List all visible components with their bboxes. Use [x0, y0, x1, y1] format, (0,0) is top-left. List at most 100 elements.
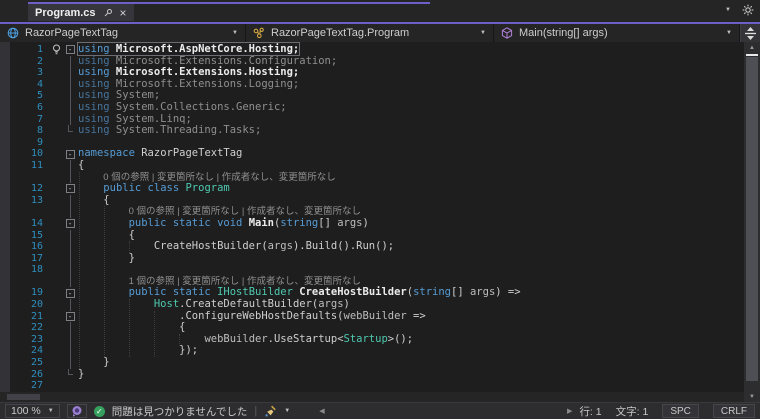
- line-number: 27: [30, 380, 43, 392]
- line-number: 8: [36, 125, 43, 137]
- code-row[interactable]: 17 }: [10, 252, 744, 265]
- breakpoint-margin[interactable]: [0, 42, 10, 392]
- close-icon[interactable]: ×: [120, 7, 127, 19]
- code-row[interactable]: 11 {: [10, 158, 744, 172]
- glyph-margin: [48, 195, 64, 207]
- scroll-up-icon[interactable]: ▲: [744, 42, 760, 53]
- caret-position-marker: [746, 54, 758, 56]
- space-mode-indicator[interactable]: SPC: [662, 404, 699, 418]
- zoom-control[interactable]: 100 % ▼: [5, 404, 60, 418]
- glyph-margin: [48, 114, 64, 126]
- code-cleanup-broom-icon[interactable]: [264, 405, 277, 418]
- tab-list-dropdown-icon[interactable]: ▼: [725, 7, 731, 13]
- type-dropdown[interactable]: RazorPageTextTag.Program ▼: [246, 24, 494, 42]
- line-number: 22: [30, 322, 43, 334]
- outline-margin: [64, 206, 76, 218]
- outline-margin: [64, 333, 76, 346]
- lightbulb-icon[interactable]: [48, 44, 64, 56]
- line-number: 2: [36, 55, 43, 67]
- code-row[interactable]: 8 using System.Threading.Tasks;: [10, 124, 744, 137]
- health-message[interactable]: 問題は見つかりませんでした: [112, 404, 248, 419]
- outline-margin: [64, 90, 76, 102]
- glyph-margin: [48, 79, 64, 91]
- tab-program-cs[interactable]: Program.cs ×: [28, 4, 134, 21]
- code-row[interactable]: 26}: [10, 368, 744, 381]
- code-line-text: CreateHostBuilder(args).Build().Run();: [78, 240, 395, 253]
- outline-margin: [64, 229, 76, 242]
- glyph-margin: [48, 345, 64, 357]
- line-number: 13: [30, 194, 43, 206]
- scroll-right-icon[interactable]: ▶: [567, 407, 572, 415]
- purple-indicator-icon[interactable]: [66, 404, 87, 418]
- gear-icon[interactable]: [742, 4, 754, 16]
- outline-margin: [64, 357, 76, 369]
- code-line-text: [76, 380, 744, 392]
- line-number: [10, 172, 48, 184]
- line-number: 20: [30, 299, 43, 311]
- line-number: 6: [36, 101, 43, 113]
- code-row[interactable]: 27: [10, 380, 744, 392]
- code-row[interactable]: 10 - namespace RazorPageTextTag: [10, 148, 744, 160]
- glyph-margin: [48, 137, 64, 149]
- caret-position-group: 行: 1 文字: 1 SPC CRLF: [579, 404, 755, 419]
- member-dropdown[interactable]: Main(string[] args) ▼: [494, 24, 740, 42]
- glyph-margin: [48, 206, 64, 218]
- code-row[interactable]: 24 });: [10, 345, 744, 358]
- split-window-button[interactable]: [740, 24, 760, 42]
- code-area[interactable]: 1- using Microsoft.AspNetCore.Hosting; 2 us…: [10, 42, 744, 392]
- glyph-margin: [48, 264, 64, 276]
- fold-toggle[interactable]: -: [64, 287, 76, 299]
- code-line-text: {: [78, 158, 85, 171]
- glyph-margin: [48, 369, 64, 381]
- line-number: 10: [30, 148, 43, 160]
- line-number: 12: [30, 183, 43, 195]
- code-row[interactable]: 25 }: [10, 356, 744, 369]
- class-icon: [253, 27, 265, 39]
- code-line-text: namespace RazorPageTextTag: [78, 147, 243, 160]
- cleanup-dropdown-icon[interactable]: ▼: [284, 408, 290, 414]
- tab-bar: Program.cs × ▼: [0, 0, 760, 22]
- pin-icon[interactable]: [103, 8, 113, 18]
- outline-margin: [64, 159, 76, 172]
- outline-margin: [64, 252, 76, 265]
- outline-margin: [64, 137, 76, 149]
- glyph-margin: [48, 56, 64, 68]
- glyph-margin: [48, 230, 64, 242]
- project-dropdown-label: RazorPageTextTag: [25, 27, 118, 39]
- project-dropdown[interactable]: RazorPageTextTag ▼: [0, 24, 246, 42]
- glyph-margin: [48, 311, 64, 323]
- code-line-text: using Microsoft.Extensions.Logging;: [78, 77, 300, 90]
- glyph-margin: [48, 67, 64, 79]
- scroll-down-icon[interactable]: ▼: [744, 392, 760, 402]
- horizontal-scrollbar[interactable]: [0, 392, 744, 402]
- line-number: 15: [30, 229, 43, 241]
- glyph-margin: [48, 334, 64, 346]
- scroll-left-icon[interactable]: ◀: [319, 407, 324, 415]
- line-number: 23: [30, 333, 43, 345]
- fold-toggle[interactable]: -: [64, 218, 76, 230]
- line-number: 16: [30, 241, 43, 253]
- fold-toggle[interactable]: -: [64, 183, 76, 195]
- code-line-text: public class Program: [103, 182, 230, 195]
- outline-margin: [64, 275, 76, 288]
- vertical-scrollbar[interactable]: ▲: [744, 42, 760, 392]
- fold-toggle[interactable]: -: [64, 148, 76, 160]
- code-editor: 1- using Microsoft.AspNetCore.Hosting; 2 us…: [0, 42, 760, 392]
- no-issues-check-icon: ✓: [93, 405, 105, 417]
- horizontal-scrollbar-thumb[interactable]: [7, 394, 40, 400]
- glyph-margin: [48, 160, 64, 172]
- code-row[interactable]: 12 - public class Program: [10, 182, 744, 195]
- outline-margin: [64, 171, 76, 184]
- glyph-margin: [48, 183, 64, 195]
- fold-toggle[interactable]: -: [64, 311, 76, 323]
- line-number: 1: [36, 44, 43, 55]
- line-number: 3: [36, 67, 43, 79]
- fold-toggle[interactable]: -: [64, 44, 76, 56]
- vertical-scrollbar-thumb[interactable]: [746, 57, 758, 381]
- outline-margin: [64, 241, 76, 253]
- outline-margin: [64, 299, 76, 311]
- chevron-down-icon: ▼: [232, 30, 238, 36]
- eol-mode-indicator[interactable]: CRLF: [712, 404, 755, 418]
- outline-margin: [64, 78, 76, 91]
- glyph-margin: [48, 102, 64, 114]
